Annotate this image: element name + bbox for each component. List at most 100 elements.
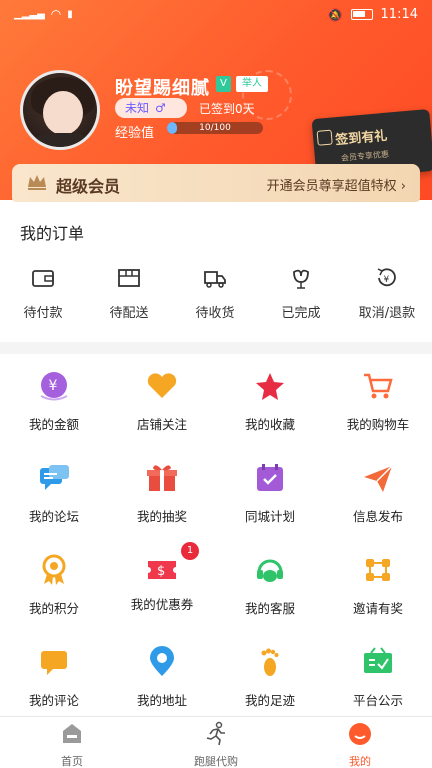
order-label: 待付款 xyxy=(23,306,63,321)
grid-cart[interactable]: 我的购物车 xyxy=(324,354,432,446)
signin-days: 已签到0天 xyxy=(199,102,255,116)
heart-icon xyxy=(147,373,177,398)
exp-progress-bar: 10/100 xyxy=(167,122,263,134)
grid-my-balance[interactable]: ¥ 我的金额 xyxy=(0,354,108,446)
wallet-icon xyxy=(32,270,54,287)
grid-label: 我的地址 xyxy=(136,693,187,708)
grid-label: 我的金额 xyxy=(28,417,79,432)
forum-icon xyxy=(40,465,69,490)
username[interactable]: 盼望踢细腻 xyxy=(115,74,210,100)
money-icon: ¥ xyxy=(40,372,68,401)
grid-points[interactable]: 我的积分 xyxy=(0,538,108,630)
order-refund[interactable]: ¥ 取消/退款 xyxy=(344,266,430,321)
section-divider xyxy=(0,342,432,354)
grid-invite[interactable]: 邀请有奖 xyxy=(324,538,432,630)
svg-text:¥: ¥ xyxy=(384,275,390,285)
services-grid: ¥ 我的金额 店铺关注 我的收藏 我的购物车 我的论坛 我的抽奖 同城计划 信息… xyxy=(0,354,432,716)
signin-subtitle: 会员专享优惠 xyxy=(340,149,390,163)
grid-label: 我的积分 xyxy=(28,601,79,616)
grid-label: 平台公示 xyxy=(352,693,403,708)
refund-icon: ¥ xyxy=(377,268,396,287)
status-time: 11:14 xyxy=(380,7,418,22)
home-icon xyxy=(63,724,81,743)
order-completed[interactable]: 已完成 xyxy=(258,266,344,321)
headset-icon xyxy=(257,559,283,582)
truck-icon xyxy=(204,271,226,288)
grid-shop-follow[interactable]: 店铺关注 xyxy=(108,354,216,446)
grid-comments[interactable]: 我的评论 xyxy=(0,630,108,722)
nav-label: 我的 xyxy=(349,755,371,768)
nav-label: 首页 xyxy=(61,755,83,768)
gift-icon xyxy=(147,465,177,491)
crown-icon xyxy=(28,175,46,190)
gift-box-icon xyxy=(316,129,333,146)
wifi-icon: ◠ xyxy=(50,7,62,21)
grid-forum[interactable]: 我的论坛 xyxy=(0,446,108,538)
grid-coupons[interactable]: $ 1 我的优惠券 xyxy=(108,538,216,630)
avatar[interactable] xyxy=(20,70,100,150)
send-icon xyxy=(364,465,393,492)
grid-label: 我的优惠券 xyxy=(130,597,194,612)
nav-home[interactable]: 首页 xyxy=(0,721,144,768)
notice-icon xyxy=(364,647,392,673)
svg-text:$: $ xyxy=(157,564,165,579)
medal-icon xyxy=(42,554,66,585)
grid-label: 信息发布 xyxy=(352,509,403,524)
order-label: 取消/退款 xyxy=(358,306,416,321)
order-label: 待收货 xyxy=(195,306,235,321)
grid-favorites[interactable]: 我的收藏 xyxy=(216,354,324,446)
gender-text: 未知 xyxy=(125,101,150,115)
order-to-deliver[interactable]: 待配送 xyxy=(86,266,172,321)
profile-icon xyxy=(349,723,371,745)
nav-errands[interactable]: 跑腿代购 xyxy=(144,721,288,768)
grid-label: 同城计划 xyxy=(244,509,295,524)
male-icon: ♂ xyxy=(155,101,166,115)
grid-label: 我的评论 xyxy=(28,693,79,708)
bottom-nav: 首页 跑腿代购 我的 xyxy=(0,716,432,768)
orders-section: 我的订单 待付款 待配送 待收货 已完成 ¥ 取消/退款 xyxy=(0,202,432,342)
grid-lottery[interactable]: 我的抽奖 xyxy=(108,446,216,538)
grid-label: 我的足迹 xyxy=(244,693,295,708)
exp-label: 经验值 xyxy=(115,126,155,141)
grid-customer-service[interactable]: 我的客服 xyxy=(216,538,324,630)
runner-icon xyxy=(206,721,225,746)
grid-label: 我的客服 xyxy=(244,601,295,616)
nav-mine[interactable]: 我的 xyxy=(288,721,432,768)
grid-label: 我的购物车 xyxy=(346,417,410,432)
vip-badge: V xyxy=(216,76,231,92)
grid-footprint[interactable]: 我的足迹 xyxy=(216,630,324,722)
grid-publish[interactable]: 信息发布 xyxy=(324,446,432,538)
profile-page: ▁▂▃▄ ◠ ▮ 🔕 11:14 盼望踢细腻 V 举人 未知 ♂ 已签到0天 经验… xyxy=(0,0,432,768)
star-icon xyxy=(256,373,284,400)
location-icon xyxy=(150,646,174,676)
coupon-count-badge: 1 xyxy=(181,542,199,560)
gender-badge: 未知 ♂ xyxy=(115,98,187,118)
battery-small-icon: ▮ xyxy=(67,8,73,20)
status-bar: ▁▂▃▄ ◠ ▮ 🔕 11:14 xyxy=(0,0,432,30)
coupon-icon-wrap: $ 1 xyxy=(145,542,199,586)
order-to-receive[interactable]: 待收货 xyxy=(172,266,258,321)
footprint-icon xyxy=(261,648,279,676)
member-open-link[interactable]: 开通会员尊享超值特权 › xyxy=(267,175,406,194)
battery-icon xyxy=(350,9,373,20)
grid-address[interactable]: 我的地址 xyxy=(108,630,216,722)
signin-title: 签到有礼 xyxy=(334,128,388,149)
grid-label: 邀请有奖 xyxy=(352,601,403,616)
mute-icon: 🔕 xyxy=(327,7,343,22)
grid-label: 我的收藏 xyxy=(244,417,295,432)
svg-text:¥: ¥ xyxy=(49,378,58,394)
order-label: 已完成 xyxy=(281,306,321,321)
grid-announcement[interactable]: 平台公示 xyxy=(324,630,432,722)
tulip-icon xyxy=(293,269,309,289)
exp-progress-text: 10/100 xyxy=(199,123,231,133)
cart-icon xyxy=(364,373,393,399)
network-icon xyxy=(366,559,390,581)
order-pending-payment[interactable]: 待付款 xyxy=(0,266,86,321)
nav-label: 跑腿代购 xyxy=(194,755,238,768)
calendar-icon xyxy=(257,464,283,491)
grid-label: 我的论坛 xyxy=(28,509,79,524)
grid-label: 我的抽奖 xyxy=(136,509,187,524)
grid-city-plan[interactable]: 同城计划 xyxy=(216,446,324,538)
super-member-bar[interactable]: 超级会员 开通会员尊享超值特权 › xyxy=(12,164,420,202)
package-icon xyxy=(118,269,140,287)
